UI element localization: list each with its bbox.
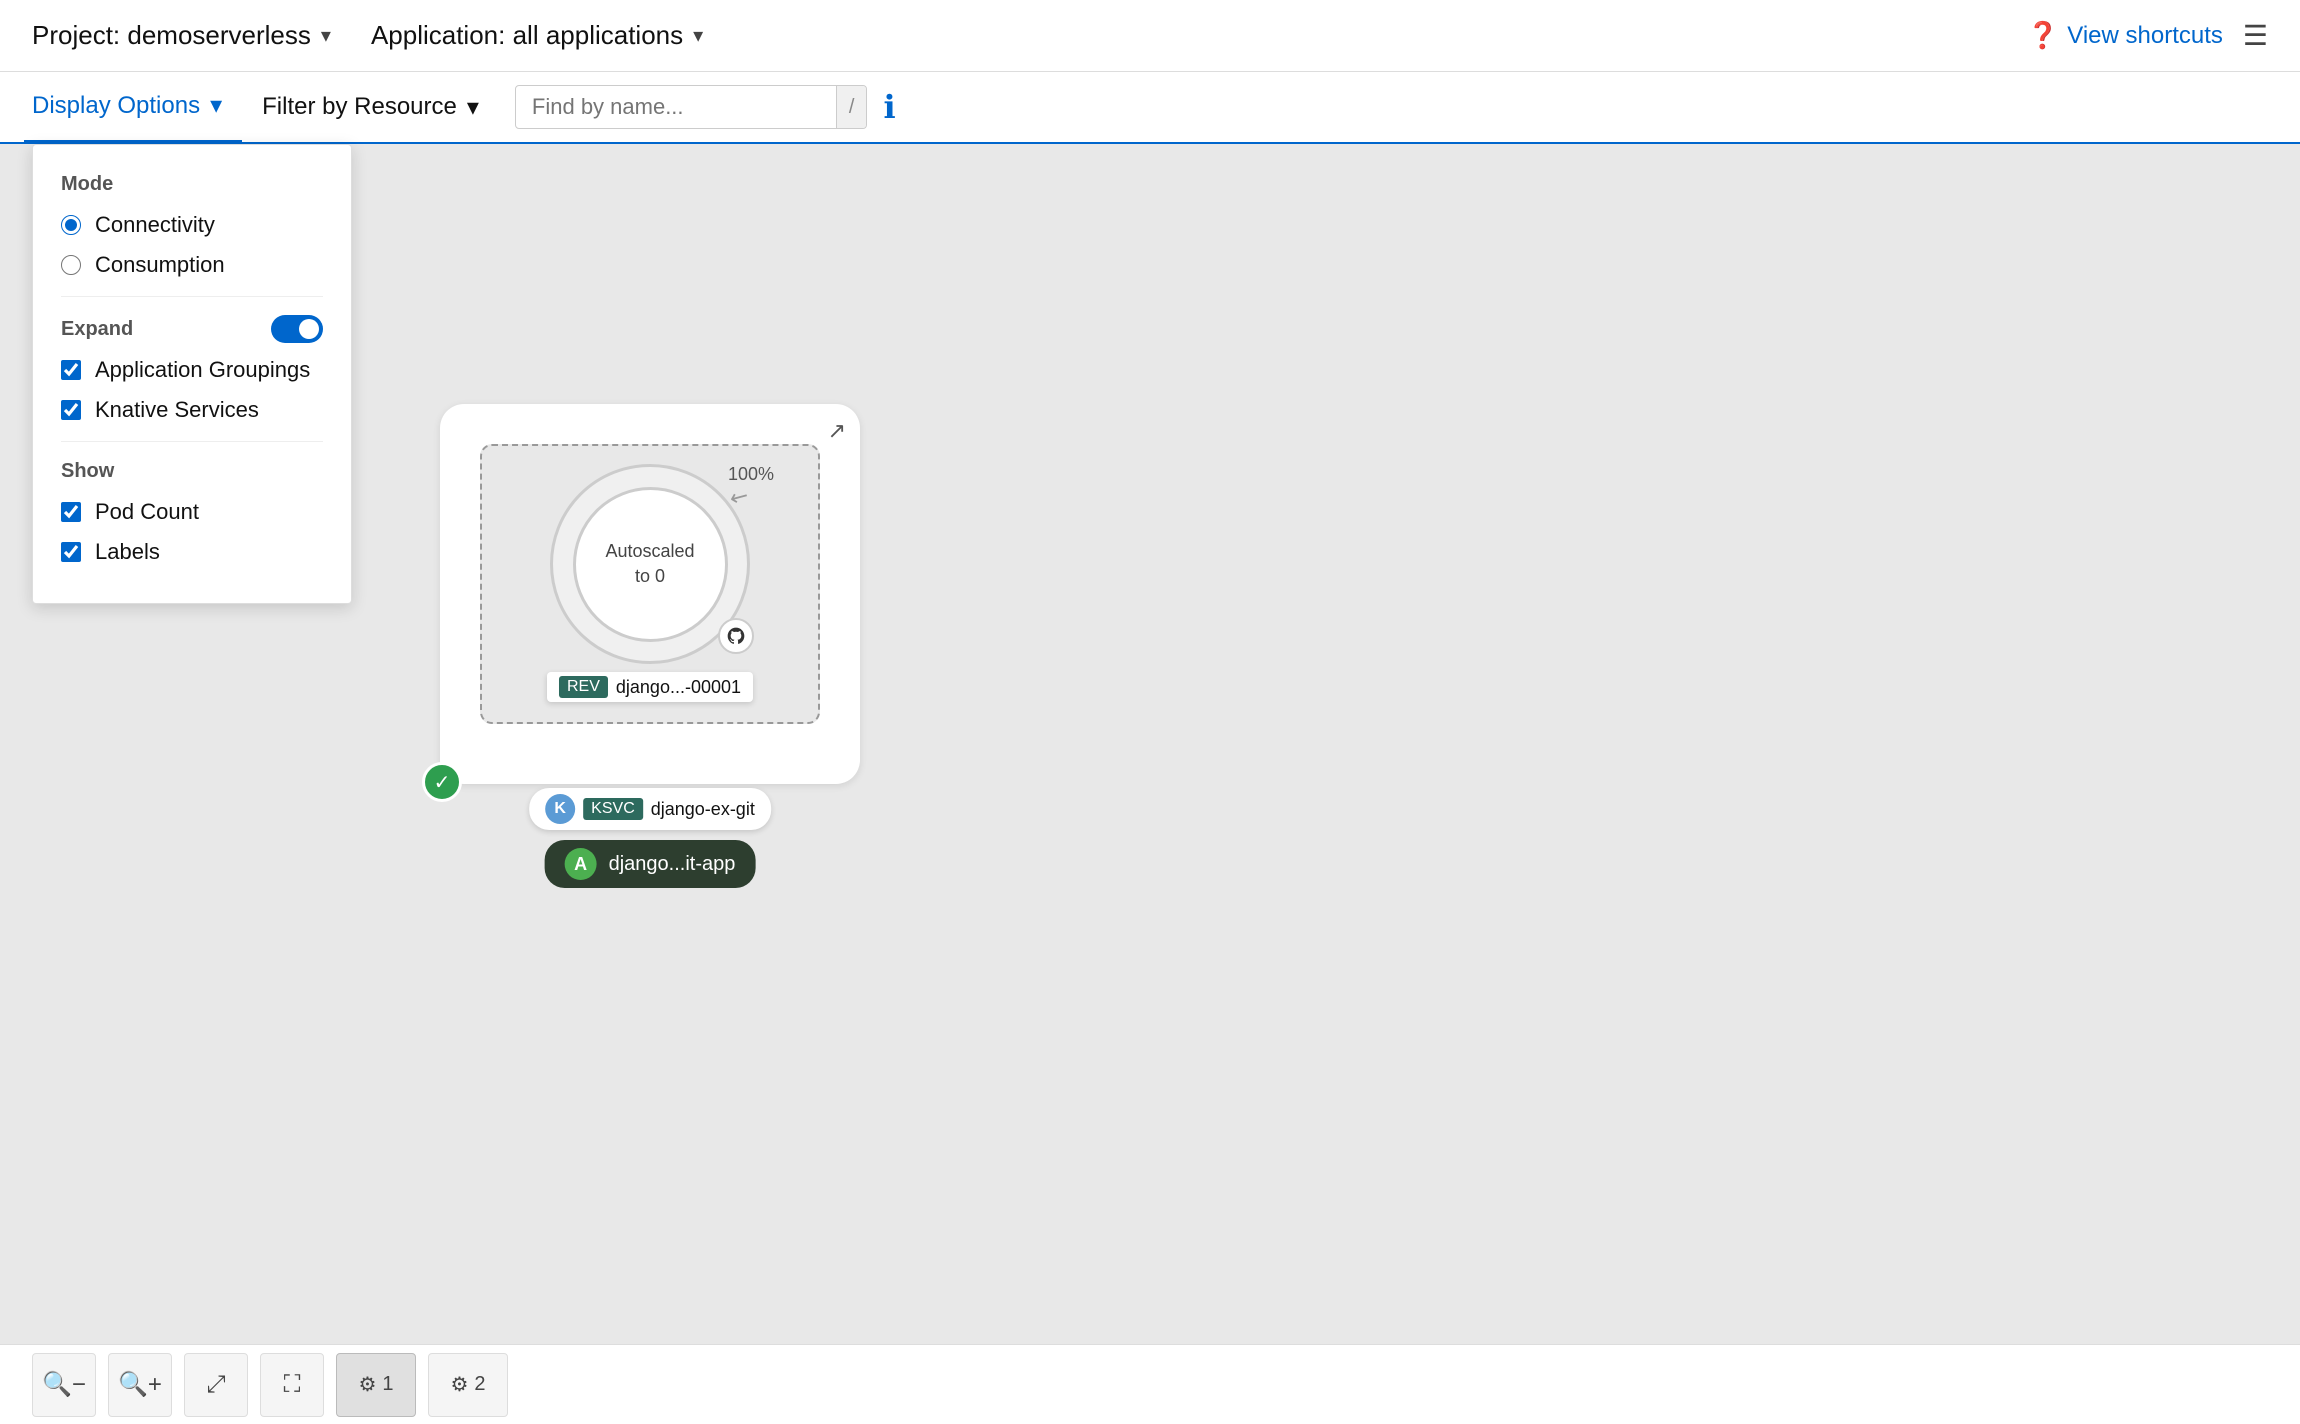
divider-1 xyxy=(61,296,323,297)
a-circle: A xyxy=(565,848,597,880)
find-input[interactable] xyxy=(516,94,836,120)
zoom-out-icon: 🔍− xyxy=(42,1370,86,1399)
knative-services-option[interactable]: Knative Services xyxy=(61,397,323,423)
view-shortcuts-label: View shortcuts xyxy=(2067,22,2223,50)
rev-name: django...-00001 xyxy=(616,677,741,698)
topbar-left: Project: demoserverless ▾ Application: a… xyxy=(32,20,703,51)
github-icon[interactable] xyxy=(718,618,754,654)
app-label-row[interactable]: A django...it-app xyxy=(545,840,756,888)
labels-option[interactable]: Labels xyxy=(61,539,323,565)
app-name: django...it-app xyxy=(609,853,736,876)
revision-badge[interactable]: REV django...-00001 xyxy=(547,672,753,702)
consumption-radio[interactable] xyxy=(61,255,81,275)
topbar-right: ❓ View shortcuts ☰ xyxy=(2027,19,2268,52)
k-circle: K xyxy=(545,794,575,824)
ksvc-tag: KSVC xyxy=(583,798,643,820)
topology-1-icon: ⚙ xyxy=(358,1372,376,1397)
topology-1-button[interactable]: ⚙ 1 xyxy=(336,1353,416,1417)
zoom-out-button[interactable]: 🔍− xyxy=(32,1353,96,1417)
connectivity-option[interactable]: Connectivity xyxy=(61,212,323,238)
app-label: Application: all applications xyxy=(371,20,683,51)
pod-count-option[interactable]: Pod Count xyxy=(61,499,323,525)
labels-label: Labels xyxy=(95,539,160,565)
bottom-toolbar: 🔍− 🔍+ ⤢ ⛶ ⚙ 1 ⚙ 2 xyxy=(0,1344,2300,1424)
app-selector[interactable]: Application: all applications ▾ xyxy=(371,20,703,51)
project-chevron-icon: ▾ xyxy=(321,23,331,48)
knative-services-checkbox[interactable] xyxy=(61,400,81,420)
topology-2-label: 2 xyxy=(474,1373,485,1396)
autoscaled-ring-inner: Autoscaled to 0 xyxy=(573,487,728,642)
autoscaled-text: Autoscaled to 0 xyxy=(605,539,694,589)
project-label: Project: demoserverless xyxy=(32,20,311,51)
display-options-chevron-icon: ▾ xyxy=(210,91,222,120)
question-icon: ❓ xyxy=(2027,20,2059,51)
topology-node: 100% ↙ Autoscaled to 0 xyxy=(440,404,860,784)
zoom-in-icon: 🔍+ xyxy=(118,1370,162,1399)
mode-section-label: Mode xyxy=(61,173,323,196)
ksvc-name: django-ex-git xyxy=(651,799,755,820)
filter-resource-button[interactable]: Filter by Resource ▾ xyxy=(242,71,499,143)
success-badge: ✓ xyxy=(422,762,462,802)
fit-screen-button[interactable]: ⤢ xyxy=(184,1353,248,1417)
topology-2-button[interactable]: ⚙ 2 xyxy=(428,1353,508,1417)
divider-2 xyxy=(61,441,323,442)
app-chevron-icon: ▾ xyxy=(693,23,703,48)
expand-toggle[interactable] xyxy=(271,315,323,343)
expand-button[interactable]: ⛶ xyxy=(260,1353,324,1417)
topology-2-icon: ⚙ xyxy=(450,1372,468,1397)
app-groupings-checkbox[interactable] xyxy=(61,360,81,380)
expand-section-label: Expand xyxy=(61,318,133,341)
topology-1-label: 1 xyxy=(382,1373,393,1396)
labels-checkbox[interactable] xyxy=(61,542,81,562)
external-link-icon[interactable]: ↗ xyxy=(828,418,846,444)
connectivity-label: Connectivity xyxy=(95,212,215,238)
expand-icon: ⛶ xyxy=(284,1371,301,1399)
pod-count-label: Pod Count xyxy=(95,499,199,525)
pod-count-checkbox[interactable] xyxy=(61,502,81,522)
percent-label: 100% xyxy=(728,464,774,485)
consumption-label: Consumption xyxy=(95,252,225,278)
filter-resource-label: Filter by Resource xyxy=(262,93,457,121)
zoom-in-button[interactable]: 🔍+ xyxy=(108,1353,172,1417)
project-selector[interactable]: Project: demoserverless ▾ xyxy=(32,20,331,51)
ksvc-inner-box: 100% ↙ Autoscaled to 0 xyxy=(480,444,820,724)
app-groupings-option[interactable]: Application Groupings xyxy=(61,357,323,383)
view-shortcuts-link[interactable]: ❓ View shortcuts xyxy=(2027,20,2223,51)
show-section-label: Show xyxy=(61,460,323,483)
find-input-wrapper: / xyxy=(515,85,868,129)
toggle-knob xyxy=(299,319,319,339)
grid-icon[interactable]: ☰ xyxy=(2243,19,2268,52)
fit-screen-icon: ⤢ xyxy=(206,1371,225,1399)
connectivity-radio[interactable] xyxy=(61,215,81,235)
app-group-box[interactable]: 100% ↙ Autoscaled to 0 xyxy=(440,404,860,784)
display-options-panel: Mode Connectivity Consumption Expand App… xyxy=(32,144,352,604)
topbar: Project: demoserverless ▾ Application: a… xyxy=(0,0,2300,72)
knative-services-label: Knative Services xyxy=(95,397,259,423)
info-icon[interactable]: ℹ xyxy=(883,88,895,126)
filter-chevron-icon: ▾ xyxy=(467,93,479,122)
slash-shortcut: / xyxy=(836,86,867,128)
display-options-label: Display Options xyxy=(32,92,200,120)
rev-tag: REV xyxy=(559,676,608,698)
toolbar: Display Options ▾ Filter by Resource ▾ /… xyxy=(0,72,2300,144)
consumption-option[interactable]: Consumption xyxy=(61,252,323,278)
ksvc-label-row[interactable]: K KSVC django-ex-git xyxy=(529,788,771,830)
app-groupings-label: Application Groupings xyxy=(95,357,310,383)
expand-row: Expand xyxy=(61,315,323,343)
display-options-button[interactable]: Display Options ▾ xyxy=(24,71,242,143)
